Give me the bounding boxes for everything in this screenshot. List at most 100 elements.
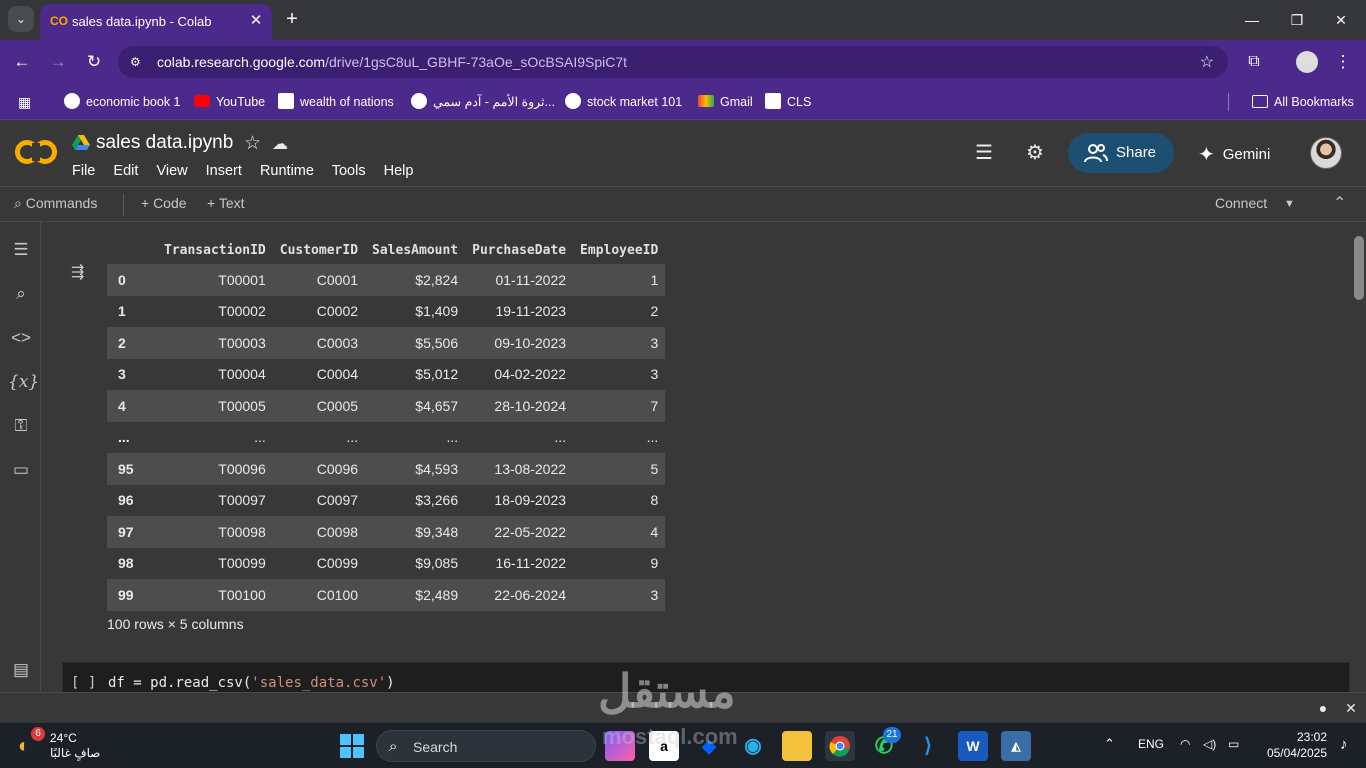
comments-icon[interactable]: ☰ bbox=[971, 140, 997, 166]
windows-start-icon[interactable] bbox=[340, 734, 364, 758]
connect-dropdown-icon[interactable]: ▼ bbox=[1284, 198, 1295, 210]
left-sidebar: ☰ ⌕ <> {x} ⚿ ▭ ▤ bbox=[0, 222, 41, 722]
menu-file[interactable]: File bbox=[72, 163, 95, 179]
share-button[interactable]: Share bbox=[1068, 133, 1174, 173]
browser-menu-icon[interactable]: ⋮ bbox=[1332, 51, 1354, 73]
file-explorer-icon[interactable] bbox=[782, 731, 812, 761]
weather-description: صافٍ غالبًا bbox=[50, 746, 101, 760]
taskbar-clock[interactable]: 23:02 05/04/2025 bbox=[1255, 729, 1327, 761]
back-arrow-icon[interactable]: ← bbox=[11, 51, 33, 73]
column-header: SalesAmount bbox=[372, 242, 459, 258]
wifi-icon[interactable]: ◠ bbox=[1180, 737, 1190, 751]
menu-edit[interactable]: Edit bbox=[113, 163, 138, 179]
bookmark-star-icon[interactable]: ☆ bbox=[1200, 52, 1214, 72]
terminal-icon[interactable]: ▤ bbox=[8, 657, 34, 683]
book-icon bbox=[278, 93, 294, 109]
status-close-icon[interactable]: ✕ bbox=[1342, 699, 1360, 717]
taskbar-search[interactable]: ⌕ Search bbox=[376, 730, 596, 762]
table-row: 2 T00003 C0003 $5,506 09-10-2023 3 bbox=[107, 327, 666, 359]
user-avatar[interactable] bbox=[1310, 137, 1342, 169]
table-row: 1 T00002 C0002 $1,409 19-11-2023 2 bbox=[107, 295, 666, 327]
add-text-button[interactable]: + Text bbox=[207, 195, 245, 211]
gemini-button[interactable]: ✦ Gemini bbox=[1198, 142, 1270, 167]
table-of-contents-icon[interactable]: ☰ bbox=[8, 237, 34, 263]
all-bookmarks[interactable]: All Bookmarks bbox=[1252, 93, 1354, 111]
new-tab-button[interactable]: + bbox=[282, 8, 302, 30]
toolbar-divider bbox=[123, 194, 124, 216]
table-row: .................. bbox=[107, 421, 666, 453]
row-index-cell: 2 bbox=[107, 327, 157, 359]
output-actions-icon[interactable]: ⇶ bbox=[71, 262, 95, 281]
url-text[interactable]: colab.research.google.com/drive/1gsC8uL_… bbox=[157, 54, 627, 70]
bookmark-arabic[interactable]: ثروة الأمم - آدم سمي... bbox=[411, 93, 555, 111]
clock-time: 23:02 bbox=[1296, 730, 1327, 744]
bookmark-stock-market[interactable]: stock market 101 bbox=[565, 93, 682, 111]
status-dot-icon[interactable]: ● bbox=[1314, 699, 1332, 717]
word-app-icon[interactable]: W bbox=[958, 731, 988, 761]
bookmark-youtube[interactable]: YouTube bbox=[194, 93, 265, 111]
menu-insert[interactable]: Insert bbox=[206, 163, 242, 179]
volume-icon[interactable]: ◁) bbox=[1203, 737, 1216, 751]
language-indicator[interactable]: ENG bbox=[1138, 737, 1164, 751]
dataframe-table: TransactionID CustomerID SalesAmount Pur… bbox=[107, 236, 666, 611]
vertical-scrollbar[interactable] bbox=[1354, 236, 1364, 300]
table-cell: T00005 bbox=[157, 390, 273, 422]
mysql-app-icon[interactable]: ◭ bbox=[1001, 731, 1031, 761]
edge-app-icon[interactable]: ◉ bbox=[738, 731, 768, 761]
add-code-button[interactable]: + Code bbox=[141, 195, 187, 211]
notebook-toolbar: ⌕ Commands + Code + Text Connect ▼ ⌃ bbox=[0, 186, 1366, 222]
table-cell: 7 bbox=[573, 390, 666, 422]
minimize-icon[interactable]: — bbox=[1240, 8, 1264, 32]
table-cell: T00003 bbox=[157, 327, 273, 359]
run-cell-bracket[interactable]: [ ] bbox=[71, 675, 96, 691]
find-replace-icon[interactable]: ⌕ bbox=[8, 281, 34, 307]
reload-icon[interactable]: ↻ bbox=[83, 51, 105, 73]
site-info-icon[interactable]: ⚙ bbox=[130, 53, 148, 71]
drive-icon[interactable] bbox=[72, 135, 90, 151]
table-cell: C0100 bbox=[272, 579, 366, 611]
code-snippets-icon[interactable]: <> bbox=[8, 325, 34, 351]
menu-runtime[interactable]: Runtime bbox=[260, 163, 314, 179]
restore-icon[interactable]: ❐ bbox=[1285, 8, 1309, 32]
table-row: 96 T00097 C0097 $3,266 18-09-2023 8 bbox=[107, 484, 666, 516]
table-cell: 19-11-2023 bbox=[465, 295, 574, 327]
bookmark-economic-book[interactable]: economic book 1 bbox=[64, 93, 181, 111]
variables-icon[interactable]: {x} bbox=[8, 369, 39, 395]
share-label: Share bbox=[1116, 144, 1157, 161]
menu-tools[interactable]: Tools bbox=[332, 163, 366, 179]
window-close-icon[interactable]: ✕ bbox=[1329, 8, 1353, 32]
forward-arrow-icon[interactable]: → bbox=[47, 51, 69, 73]
table-cell: $2,824 bbox=[365, 264, 466, 296]
files-folder-icon[interactable]: ▭ bbox=[8, 457, 34, 483]
tray-overflow-icon[interactable]: ⌃ bbox=[1104, 736, 1115, 752]
menu-help[interactable]: Help bbox=[384, 163, 414, 179]
bookmark-gmail[interactable]: Gmail bbox=[698, 93, 753, 111]
battery-icon[interactable]: ▭ bbox=[1228, 737, 1239, 751]
settings-gear-icon[interactable]: ⚙ bbox=[1022, 140, 1048, 166]
vscode-app-icon[interactable]: ⟩ bbox=[913, 731, 943, 761]
tab-close-icon[interactable]: ✕ bbox=[246, 11, 266, 31]
profile-avatar[interactable] bbox=[1296, 51, 1318, 73]
chrome-app-icon[interactable] bbox=[825, 731, 855, 761]
star-icon[interactable]: ☆ bbox=[244, 132, 261, 155]
apps-grid-icon[interactable]: ▦ bbox=[18, 93, 34, 111]
collapse-chevron-icon[interactable]: ⌃ bbox=[1333, 193, 1346, 213]
notification-bell-icon[interactable]: ♪ bbox=[1340, 736, 1348, 753]
row-index-cell: 96 bbox=[107, 484, 157, 516]
omnibox[interactable]: ⚙ colab.research.google.com/drive/1gsC8u… bbox=[118, 46, 1228, 78]
code-text[interactable]: df = pd.read_csv('sales_data.csv') bbox=[108, 675, 395, 691]
menu-view[interactable]: View bbox=[156, 163, 187, 179]
extensions-icon[interactable]: ⧉ bbox=[1243, 51, 1265, 73]
bookmark-cls[interactable]: CLS bbox=[765, 93, 811, 111]
bookmark-wealth-of-nations[interactable]: wealth of nations bbox=[278, 93, 394, 111]
notebook-title[interactable]: sales data.ipynb bbox=[96, 132, 233, 154]
table-cell: $1,409 bbox=[365, 295, 466, 327]
cloud-saved-icon[interactable]: ☁ bbox=[272, 134, 288, 154]
browser-tab-active[interactable]: CO sales data.ipynb - Colab ✕ bbox=[40, 4, 272, 40]
connect-button[interactable]: Connect bbox=[1215, 195, 1267, 211]
tab-search-button[interactable]: ⌄ bbox=[8, 6, 34, 32]
colab-logo-icon[interactable] bbox=[14, 137, 58, 167]
secrets-key-icon[interactable]: ⚿ bbox=[8, 413, 34, 439]
commands-button[interactable]: ⌕ Commands bbox=[14, 195, 97, 212]
table-row: 97 T00098 C0098 $9,348 22-05-2022 4 bbox=[107, 516, 666, 548]
